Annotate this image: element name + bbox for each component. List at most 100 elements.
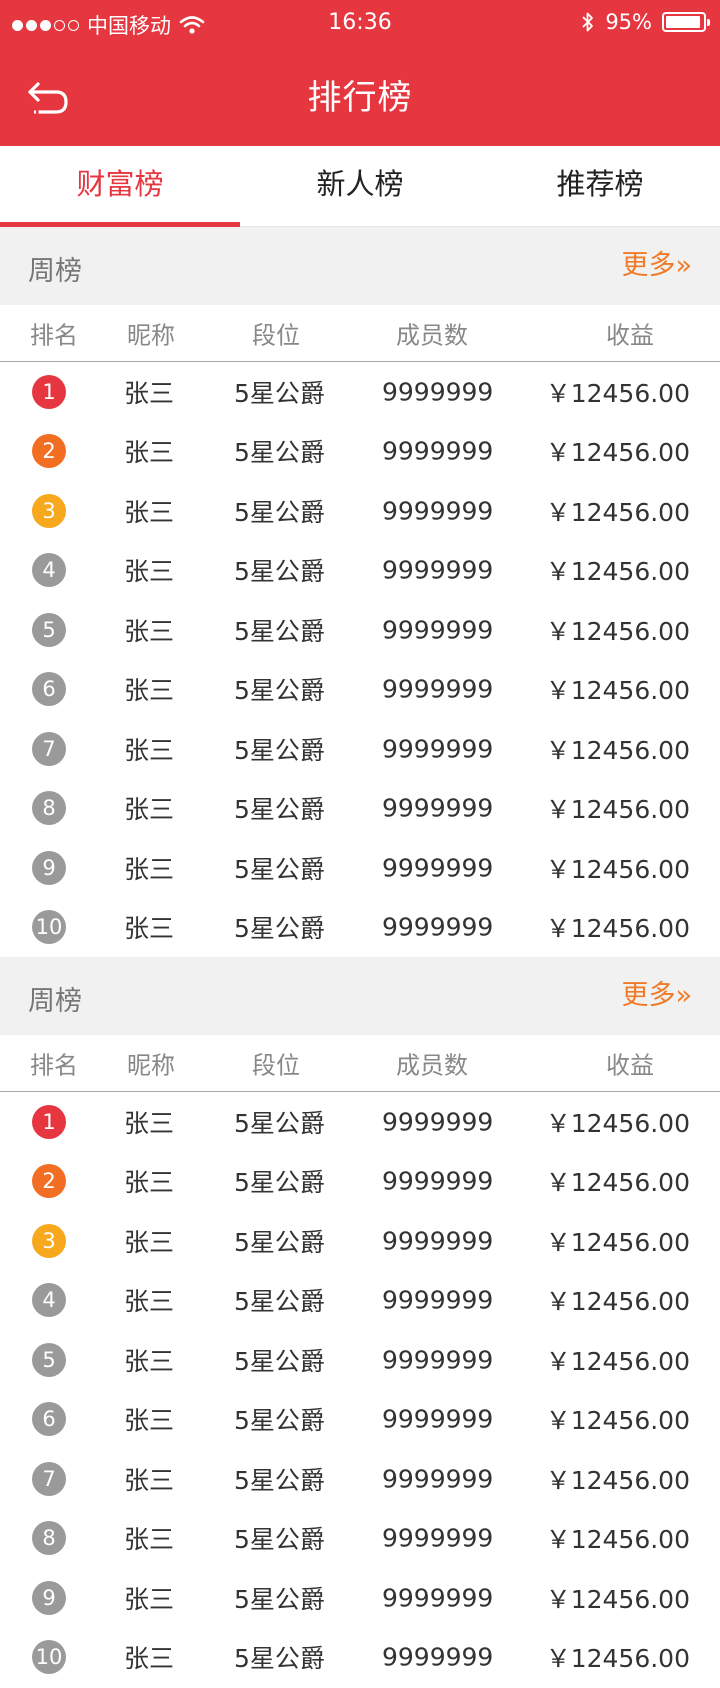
rank-cell: 1 xyxy=(32,374,66,409)
level-cell: 5星公爵 xyxy=(234,1346,325,1376)
table-row[interactable]: 1 张三 5星公爵 9999999 ￥12456.00 xyxy=(0,362,720,422)
table-row[interactable]: 2 张三 5星公爵 9999999 ￥12456.00 xyxy=(0,422,720,482)
table-row[interactable]: 5 张三 5星公爵 9999999 ￥12456.00 xyxy=(0,1330,720,1390)
table-row[interactable]: 7 张三 5星公爵 9999999 ￥12456.00 xyxy=(0,719,720,779)
income-cell: ￥12456.00 xyxy=(545,1644,690,1674)
rank-badge: 8 xyxy=(32,791,66,826)
nickname-cell: 张三 xyxy=(124,854,175,884)
column-header-rank: 排名 xyxy=(30,321,78,350)
table-row[interactable]: 7 张三 5星公爵 9999999 ￥12456.00 xyxy=(0,1449,720,1509)
income-cell: ￥12456.00 xyxy=(545,795,690,825)
rank-badge: 6 xyxy=(32,672,66,707)
rank-badge: 2 xyxy=(32,1164,66,1199)
members-cell: 9999999 xyxy=(382,1107,494,1137)
income-cell: ￥12456.00 xyxy=(545,378,690,408)
income-cell: ￥12456.00 xyxy=(545,1227,690,1257)
table-row[interactable]: 9 张三 5星公爵 9999999 ￥12456.00 xyxy=(0,1568,720,1628)
nav-bar: 排行榜 xyxy=(0,48,720,146)
tab-recommend[interactable]: 推荐榜 xyxy=(480,146,720,226)
income-cell: ￥12456.00 xyxy=(545,676,690,706)
app-header: 中国移动 16:36 95% 排行榜 xyxy=(0,0,720,146)
level-cell: 5星公爵 xyxy=(234,1465,325,1495)
nickname-cell: 张三 xyxy=(124,497,175,527)
income-cell: ￥12456.00 xyxy=(545,854,690,884)
income-cell: ￥12456.00 xyxy=(545,1465,690,1495)
table-row[interactable]: 6 张三 5星公爵 9999999 ￥12456.00 xyxy=(0,1390,720,1450)
table-row[interactable]: 4 张三 5星公爵 9999999 ￥12456.00 xyxy=(0,1271,720,1331)
more-link[interactable]: 更多» xyxy=(621,243,692,282)
rank-cell: 3 xyxy=(32,1223,66,1258)
table-row[interactable]: 1 张三 5星公爵 9999999 ￥12456.00 xyxy=(0,1092,720,1152)
rank-cell: 4 xyxy=(32,553,66,588)
nickname-cell: 张三 xyxy=(124,1406,175,1436)
table-row[interactable]: 10 张三 5星公爵 9999999 ￥12456.00 xyxy=(0,1628,720,1688)
members-cell: 9999999 xyxy=(382,496,494,526)
battery-icon xyxy=(662,12,710,32)
level-cell: 5星公爵 xyxy=(234,676,325,706)
table-row[interactable]: 3 张三 5星公爵 9999999 ￥12456.00 xyxy=(0,1211,720,1271)
section-title: 周榜 xyxy=(28,256,82,287)
rank-cell: 7 xyxy=(32,731,66,766)
table-row[interactable]: 6 张三 5星公爵 9999999 ￥12456.00 xyxy=(0,660,720,720)
column-headers: 排名 昵称 段位 成员数 收益 xyxy=(0,305,720,362)
column-header-nickname: 昵称 xyxy=(127,321,175,350)
level-cell: 5星公爵 xyxy=(234,854,325,884)
tab-wealth[interactable]: 财富榜 xyxy=(0,146,240,227)
income-cell: ￥12456.00 xyxy=(545,497,690,527)
members-cell: 9999999 xyxy=(382,1285,494,1315)
level-cell: 5星公爵 xyxy=(234,497,325,527)
column-header-level: 段位 xyxy=(252,1051,300,1080)
level-cell: 5星公爵 xyxy=(234,795,325,825)
nickname-cell: 张三 xyxy=(124,1644,175,1674)
rank-cell: 6 xyxy=(32,672,66,707)
ranking-sections: 周榜 更多» 排名 昵称 段位 成员数 收益 1 张三 5星公爵 9999999 ￥12456.00 2… xyxy=(0,227,720,1687)
nickname-cell: 张三 xyxy=(124,1287,175,1317)
table-row[interactable]: 5 张三 5星公爵 9999999 ￥12456.00 xyxy=(0,600,720,660)
battery-percent: 95% xyxy=(605,10,652,34)
table-row[interactable]: 8 张三 5星公爵 9999999 ￥12456.00 xyxy=(0,1509,720,1569)
members-cell: 9999999 xyxy=(382,674,494,704)
income-cell: ￥12456.00 xyxy=(545,1406,690,1436)
nickname-cell: 张三 xyxy=(124,1525,175,1555)
nickname-cell: 张三 xyxy=(124,1465,175,1495)
level-cell: 5星公爵 xyxy=(234,1227,325,1257)
section-header: 周榜 更多» xyxy=(0,227,720,305)
income-cell: ￥12456.00 xyxy=(545,1525,690,1555)
nickname-cell: 张三 xyxy=(124,1108,175,1138)
income-cell: ￥12456.00 xyxy=(545,616,690,646)
ranking-section: 周榜 更多» 排名 昵称 段位 成员数 收益 1 张三 5星公爵 9999999 ￥12456.00 2… xyxy=(0,957,720,1687)
income-cell: ￥12456.00 xyxy=(545,1168,690,1198)
rank-badge: 1 xyxy=(32,374,66,409)
table-row[interactable]: 4 张三 5星公爵 9999999 ￥12456.00 xyxy=(0,541,720,601)
members-cell: 9999999 xyxy=(382,555,494,585)
rank-badge: 10 xyxy=(32,1640,66,1675)
rank-badge: 3 xyxy=(32,493,66,528)
members-cell: 9999999 xyxy=(382,1404,494,1434)
members-cell: 9999999 xyxy=(382,1523,494,1553)
rank-cell: 10 xyxy=(32,910,66,945)
tab-newcomer[interactable]: 新人榜 xyxy=(240,146,480,226)
rank-cell: 3 xyxy=(32,493,66,528)
rank-cell: 9 xyxy=(32,1580,66,1615)
rank-badge: 3 xyxy=(32,1223,66,1258)
column-header-rank: 排名 xyxy=(30,1051,78,1080)
rank-badge: 4 xyxy=(32,553,66,588)
table-row[interactable]: 2 张三 5星公爵 9999999 ￥12456.00 xyxy=(0,1152,720,1212)
table-row[interactable]: 10 张三 5星公爵 9999999 ￥12456.00 xyxy=(0,898,720,958)
rank-cell: 10 xyxy=(32,1640,66,1675)
members-cell: 9999999 xyxy=(382,853,494,883)
rank-badge: 9 xyxy=(32,850,66,885)
more-link[interactable]: 更多» xyxy=(621,973,692,1012)
members-cell: 9999999 xyxy=(382,1583,494,1613)
column-header-income: 收益 xyxy=(606,1051,654,1080)
rank-cell: 2 xyxy=(32,1164,66,1199)
table-row[interactable]: 9 张三 5星公爵 9999999 ￥12456.00 xyxy=(0,838,720,898)
table-row[interactable]: 8 张三 5星公爵 9999999 ￥12456.00 xyxy=(0,779,720,839)
nickname-cell: 张三 xyxy=(124,795,175,825)
nickname-cell: 张三 xyxy=(124,914,175,944)
nickname-cell: 张三 xyxy=(124,1227,175,1257)
rank-badge: 5 xyxy=(32,612,66,647)
table-row[interactable]: 3 张三 5星公爵 9999999 ￥12456.00 xyxy=(0,481,720,541)
members-cell: 9999999 xyxy=(382,912,494,942)
nickname-cell: 张三 xyxy=(124,1584,175,1614)
